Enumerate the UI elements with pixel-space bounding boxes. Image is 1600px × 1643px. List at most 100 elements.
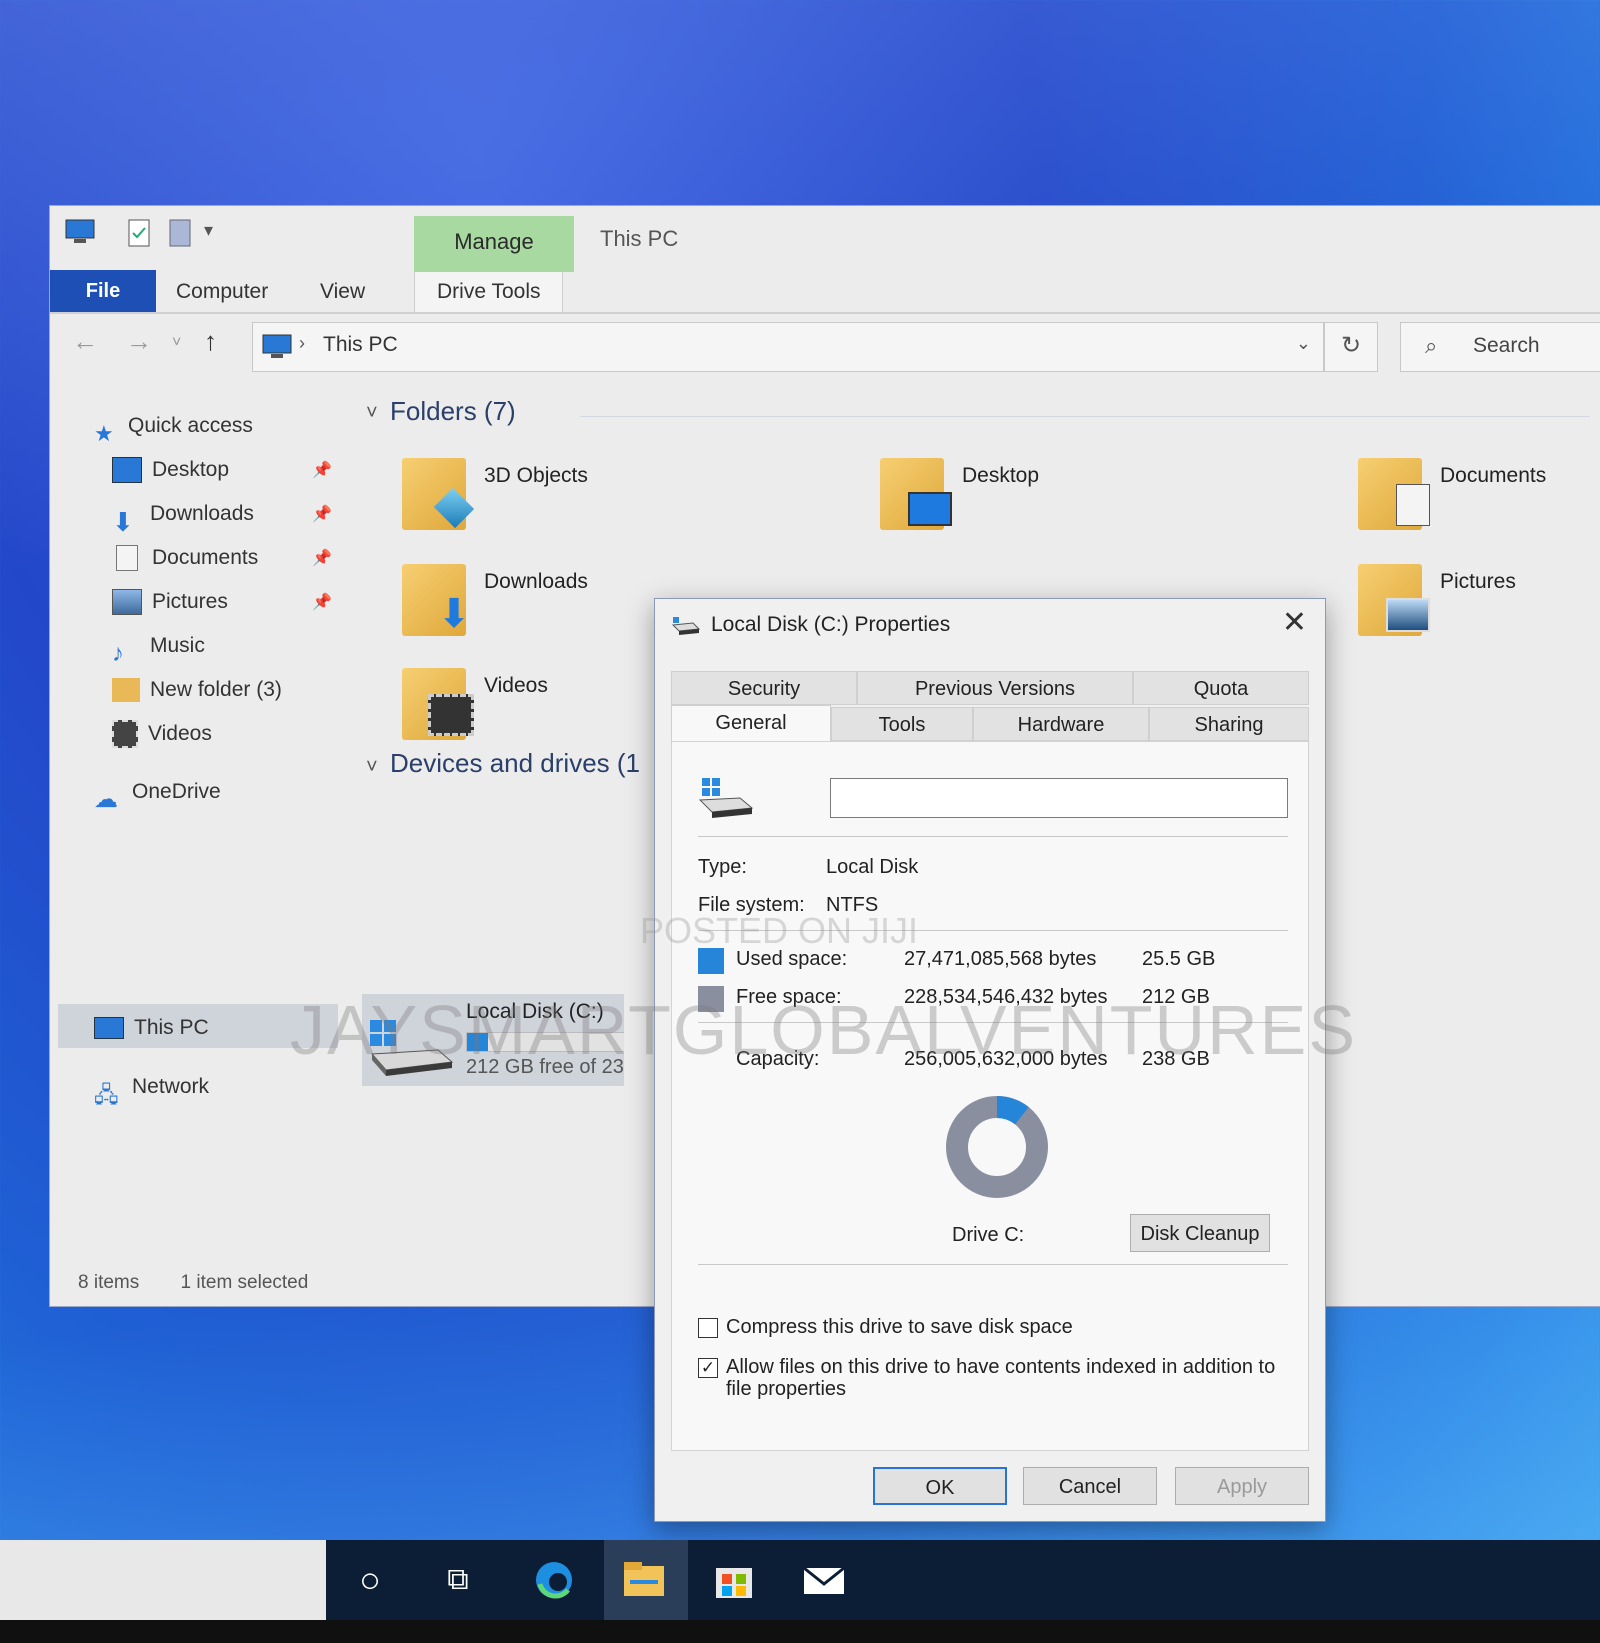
tab-general[interactable]: General — [671, 705, 831, 743]
folder-label: Videos — [484, 674, 548, 697]
address-dropdown-chevron-icon[interactable]: ⌄ — [1296, 333, 1311, 354]
nav-label: Network — [132, 1075, 210, 1098]
status-bar: 8 items 1 item selected — [78, 1272, 308, 1294]
mail-envelope-icon[interactable] — [800, 1558, 848, 1602]
nav-item-this-pc[interactable]: This PC — [94, 1008, 209, 1048]
nav-item-videos[interactable]: Videos — [112, 714, 212, 754]
disk-usage-donut — [946, 1096, 1048, 1198]
tab-sharing[interactable]: Sharing — [1149, 707, 1309, 741]
folder-documents[interactable]: Documents — [1358, 458, 1598, 538]
tab-hardware[interactable]: Hardware — [973, 707, 1149, 741]
dialog-title: Local Disk (C:) Properties — [711, 613, 951, 636]
task-view-icon[interactable]: ⧉ — [434, 1558, 482, 1602]
pin-icon[interactable]: 📌 — [312, 548, 332, 568]
nav-label: OneDrive — [132, 780, 221, 803]
folder-icon — [112, 678, 140, 703]
separator — [698, 1264, 1288, 1265]
pin-icon[interactable]: 📌 — [312, 460, 332, 480]
nav-label: This PC — [134, 1016, 209, 1039]
network-icon: 🖧 — [94, 1082, 119, 1108]
folder-downloads[interactable]: ⬇ Downloads — [402, 564, 662, 644]
nav-item-documents[interactable]: Documents — [112, 538, 258, 578]
tab-view[interactable]: View — [320, 272, 365, 312]
store-bag-icon[interactable] — [710, 1558, 758, 1602]
nav-label: Downloads — [150, 502, 254, 525]
general-tab-panel: Type: Local Disk File system: NTFS Used … — [671, 741, 1309, 1451]
screen-bezel — [0, 1620, 1600, 1643]
tab-computer[interactable]: Computer — [176, 272, 268, 312]
nav-item-desktop[interactable]: Desktop — [112, 450, 229, 490]
pin-icon[interactable]: 📌 — [312, 592, 332, 612]
taskbar: ○ ⧉ — [0, 1540, 1600, 1620]
properties-icon[interactable] — [126, 218, 152, 248]
nav-item-onedrive[interactable]: ☁ OneDrive — [94, 772, 221, 813]
donut-free-segment — [946, 1096, 1048, 1198]
edge-browser-icon[interactable] — [530, 1558, 578, 1602]
file-explorer-taskbar-icon[interactable] — [620, 1558, 668, 1602]
folders-group-header[interactable]: Folders (7) — [390, 396, 516, 427]
cortana-circle-icon[interactable]: ○ — [346, 1558, 394, 1602]
nav-item-new-folder[interactable]: New folder (3) — [112, 670, 282, 710]
folder-label: Documents — [1440, 464, 1547, 487]
this-pc-icon — [94, 1017, 124, 1040]
folder-3d-objects-icon — [402, 458, 475, 530]
drive-name-input[interactable] — [830, 778, 1288, 818]
pin-icon[interactable]: 📌 — [312, 504, 332, 524]
nav-item-quick-access[interactable]: ★ Quick access — [94, 406, 253, 446]
pictures-icon — [112, 589, 142, 616]
nav-label: Quick access — [128, 414, 253, 437]
tab-quota[interactable]: Quota — [1133, 671, 1309, 705]
search-input[interactable]: ⌕ Search — [1400, 322, 1600, 372]
compress-label: Compress this drive to save disk space — [726, 1316, 1073, 1338]
folder-downloads-icon: ⬇ — [402, 564, 471, 636]
tab-security[interactable]: Security — [671, 671, 857, 705]
new-folder-icon[interactable] — [168, 218, 192, 248]
tab-previous-versions[interactable]: Previous Versions — [857, 671, 1133, 705]
used-space-gb: 25.5 GB — [1142, 948, 1216, 970]
index-label-line2: file properties — [726, 1378, 847, 1400]
film-icon — [112, 720, 138, 749]
collapse-chevron-icon[interactable]: ˅ — [366, 756, 378, 779]
nav-item-network[interactable]: 🖧 Network — [94, 1067, 209, 1107]
nav-item-music[interactable]: ♪ Music — [112, 626, 205, 667]
cancel-button[interactable]: Cancel — [1023, 1467, 1157, 1505]
refresh-icon: ↻ — [1340, 332, 1362, 359]
recent-locations-chevron-icon[interactable]: ˅ — [172, 334, 181, 352]
address-row: ← → ˅ ↑ › This PC ⌄ ↻ ⌕ Search — [50, 314, 1600, 376]
customize-qat-chevron-icon[interactable]: ▾ — [204, 220, 213, 241]
nav-label: Pictures — [152, 590, 228, 613]
folder-pictures[interactable]: Pictures — [1358, 564, 1598, 644]
back-arrow-icon[interactable]: ← — [72, 326, 98, 357]
star-icon: ★ — [94, 421, 114, 447]
address-bar[interactable]: › This PC ⌄ — [252, 322, 1324, 372]
search-placeholder: Search — [1473, 334, 1540, 357]
taskbar-search-area[interactable] — [0, 1540, 326, 1620]
up-arrow-icon[interactable]: ↑ — [204, 326, 217, 357]
index-checkbox[interactable]: ✓ — [698, 1358, 718, 1378]
nav-item-pictures[interactable]: Pictures — [112, 582, 228, 622]
nav-item-downloads[interactable]: ⬇ Downloads — [112, 494, 254, 537]
refresh-button[interactable]: ↻ — [1324, 322, 1378, 372]
compress-checkbox[interactable] — [698, 1318, 718, 1338]
document-icon — [116, 545, 138, 572]
ok-button[interactable]: OK — [873, 1467, 1007, 1505]
tab-tools[interactable]: Tools — [831, 707, 973, 741]
disk-cleanup-button[interactable]: Disk Cleanup — [1130, 1214, 1270, 1252]
close-icon[interactable]: ✕ — [1282, 605, 1307, 640]
folder-3d-objects[interactable]: 3D Objects — [402, 458, 662, 538]
collapse-chevron-icon[interactable]: ˅ — [366, 402, 378, 425]
devices-group-header[interactable]: Devices and drives (1 — [390, 748, 640, 779]
folder-desktop[interactable]: Desktop — [880, 458, 1140, 538]
folder-pictures-icon — [1358, 564, 1430, 636]
this-pc-icon — [262, 334, 292, 358]
dialog-tabs: Security Previous Versions Quota Tools H… — [671, 671, 1311, 743]
tab-file[interactable]: File — [50, 270, 156, 312]
breadcrumb-separator-icon: › — [299, 333, 305, 353]
used-space-bytes: 27,471,085,568 bytes — [904, 948, 1097, 970]
status-item-count: 8 items — [78, 1272, 140, 1293]
folder-videos[interactable]: Videos — [402, 668, 662, 748]
separator — [698, 836, 1288, 837]
apply-button[interactable]: Apply — [1175, 1467, 1309, 1505]
forward-arrow-icon[interactable]: → — [126, 326, 152, 357]
tab-drive-tools[interactable]: Drive Tools — [414, 272, 564, 312]
